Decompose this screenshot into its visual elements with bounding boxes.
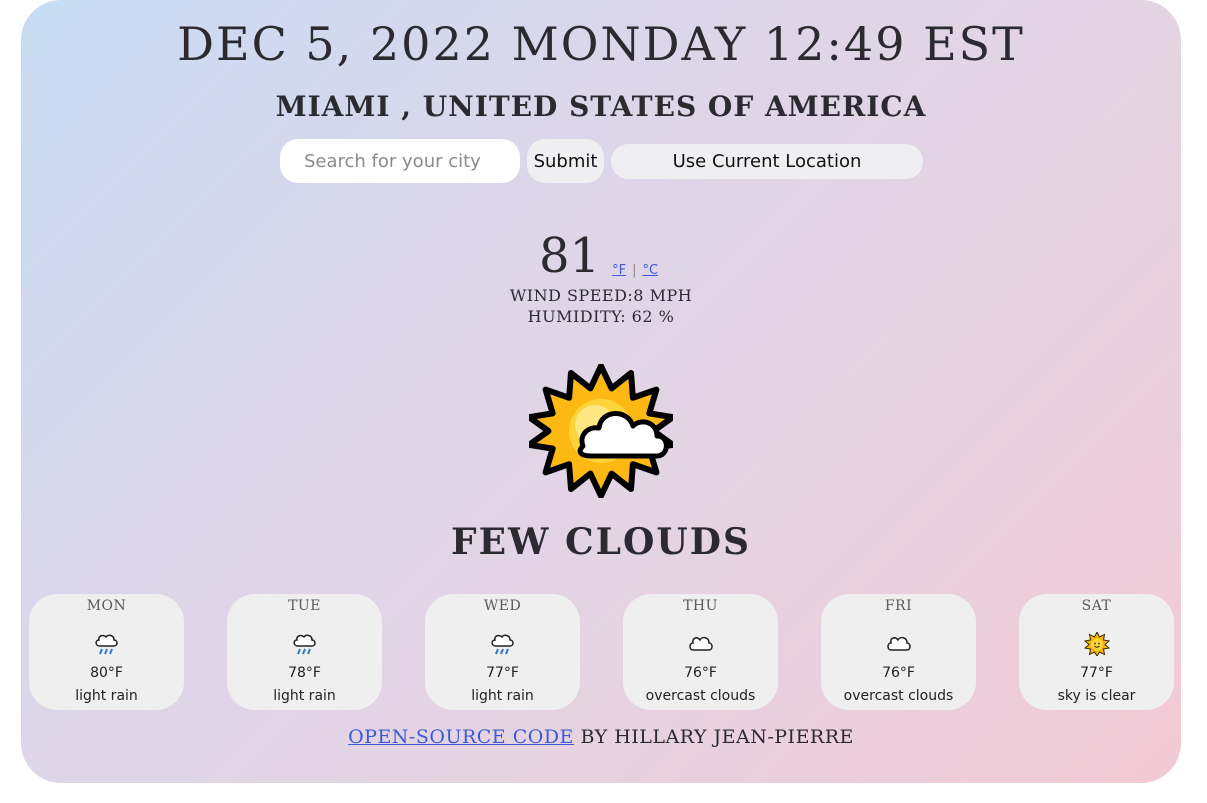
unit-separator: | (632, 263, 637, 278)
weather-description: FEW CLOUDS (451, 521, 751, 563)
search-form: Submit Use Current Location (280, 138, 923, 184)
forecast-day-name: THU (683, 598, 718, 614)
forecast-day-wed: WED 77°F light rain (425, 594, 580, 710)
fahrenheit-link[interactable]: °F (612, 263, 626, 278)
forecast-day-name: WED (483, 598, 522, 614)
use-current-location-button[interactable]: Use Current Location (611, 143, 923, 179)
forecast-temp: 77°F (1080, 665, 1113, 681)
forecast-day-name: MON (86, 598, 127, 614)
sun-icon (1084, 632, 1110, 656)
forecast-day-name: FRI (884, 598, 913, 614)
cloud-icon (689, 636, 713, 651)
forecast-day-tue: TUE 78°F light rain (227, 594, 382, 710)
celsius-link[interactable]: °C (642, 263, 658, 278)
forecast-description: light rain (273, 688, 336, 704)
forecast-day-fri: FRI 76°F overcast clouds (821, 594, 976, 710)
forecast-list: MON 80°F light rain TUE 78°F light rain … (29, 594, 1175, 710)
forecast-temp: 77°F (486, 665, 519, 681)
forecast-day-sat: SAT 77°F sky is clear (1019, 594, 1174, 710)
unit-toggle: °F | °C (612, 263, 658, 278)
current-temperature: 81 °F | °C (539, 224, 658, 288)
date-time-heading: DEC 5, 2022 MONDAY 12:49 EST (177, 17, 1025, 71)
forecast-description: sky is clear (1057, 688, 1136, 704)
forecast-temp: 76°F (882, 665, 915, 681)
forecast-temp: 76°F (684, 665, 717, 681)
forecast-temp: 80°F (90, 665, 123, 681)
weather-app-card: DEC 5, 2022 MONDAY 12:49 EST MIAMI , UNI… (21, 0, 1181, 783)
cloud-icon (887, 636, 911, 651)
forecast-day-name: TUE (288, 598, 321, 614)
forecast-description: light rain (75, 688, 138, 704)
forecast-day-name: SAT (1081, 598, 1112, 614)
humidity: HUMIDITY: 62 % (527, 307, 675, 326)
city-search-input[interactable] (280, 139, 520, 183)
forecast-description: overcast clouds (843, 688, 954, 704)
forecast-description: light rain (471, 688, 534, 704)
forecast-day-thu: THU 76°F overcast clouds (623, 594, 778, 710)
rain-cloud-icon (293, 634, 316, 655)
wind-speed: WIND SPEED:8 MPH (509, 286, 693, 305)
temperature-value: 81 (539, 228, 601, 284)
forecast-description: overcast clouds (645, 688, 756, 704)
sun-behind-cloud-icon (526, 363, 676, 499)
submit-button[interactable]: Submit (527, 139, 604, 183)
footer-credit: OPEN-SOURCE CODE BY HILLARY JEAN-PIERRE (21, 724, 1181, 750)
footer-author: BY HILLARY JEAN-PIERRE (573, 726, 854, 748)
forecast-temp: 78°F (288, 665, 321, 681)
open-source-code-link[interactable]: OPEN-SOURCE CODE (348, 726, 574, 748)
location-heading: MIAMI , UNITED STATES OF AMERICA (275, 90, 927, 123)
forecast-day-mon: MON 80°F light rain (29, 594, 184, 710)
rain-cloud-icon (95, 634, 118, 655)
rain-cloud-icon (491, 634, 514, 655)
